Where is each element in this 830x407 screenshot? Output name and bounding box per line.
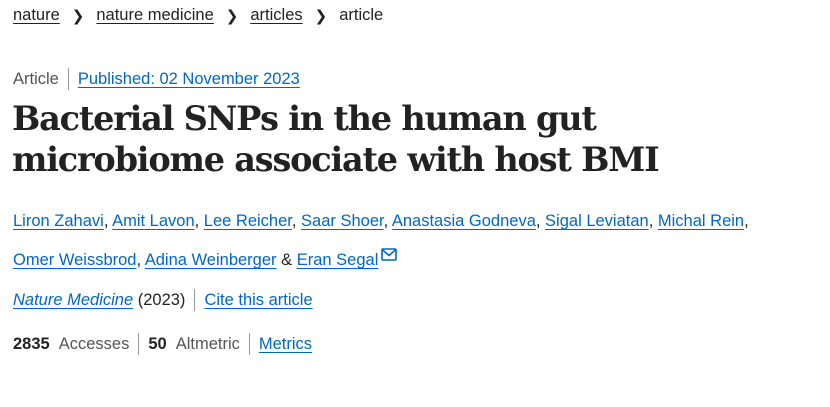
breadcrumb-articles[interactable]: articles — [250, 6, 302, 25]
divider — [138, 333, 140, 355]
author-separator: , — [383, 212, 392, 230]
divider — [67, 68, 69, 90]
author-conjunction: & — [276, 251, 297, 269]
article-type: Article — [13, 69, 59, 88]
author-link[interactable]: Lee Reicher — [204, 212, 292, 230]
author-link[interactable]: Adina Weinberger — [145, 251, 277, 269]
author-link[interactable]: Liron Zahavi — [13, 212, 104, 230]
author-link[interactable]: Eran Segal — [297, 251, 379, 269]
article-title: Bacterial SNPs in the human gut microbio… — [12, 99, 660, 179]
author-link[interactable]: Saar Shoer — [301, 212, 384, 230]
envelope-icon[interactable] — [381, 239, 398, 274]
altmetric-count: 50 — [148, 334, 167, 353]
author-list: Liron Zahavi, Amit Lavon, Lee Reicher, S… — [13, 204, 813, 278]
cite-article-link[interactable]: Cite this article — [204, 291, 312, 310]
author-list-line: Liron Zahavi, Amit Lavon, Lee Reicher, S… — [13, 212, 749, 230]
author-link[interactable]: Anastasia Godneva — [392, 212, 536, 230]
author-separator: , — [103, 212, 113, 230]
metrics-link[interactable]: Metrics — [259, 335, 312, 354]
breadcrumb: nature ❯ nature medicine ❯ articles ❯ ar… — [13, 6, 383, 25]
author-list-line: Omer Weissbrod, Adina Weinberger — [13, 251, 277, 269]
published-date-link[interactable]: Published: 02 November 2023 — [78, 70, 300, 89]
article-metrics: 2835 Accesses 50 Altmetric Metrics — [13, 333, 312, 355]
divider — [194, 289, 196, 311]
author-separator: , — [744, 212, 749, 230]
breadcrumb-current: article — [339, 6, 384, 24]
chevron-right-icon: ❯ — [71, 7, 85, 25]
author-separator: , — [291, 212, 302, 230]
author-link[interactable]: Michal Rein — [658, 212, 744, 230]
author-separator: , — [194, 212, 204, 230]
author-link[interactable]: Sigal Leviatan — [545, 212, 649, 230]
altmetric-label: Altmetric — [175, 334, 240, 353]
accesses-count: 2835 — [13, 334, 50, 353]
chevron-right-icon: ❯ — [225, 7, 239, 25]
accesses-label: Accesses — [58, 334, 130, 353]
journal-info: Nature Medicine (2023) Cite this article — [13, 289, 313, 311]
journal-year: (2023) — [137, 290, 186, 309]
author-link[interactable]: Omer Weissbrod — [13, 251, 136, 269]
author-separator: , — [136, 251, 145, 269]
divider — [248, 333, 250, 355]
breadcrumb-nature[interactable]: nature — [13, 6, 60, 25]
journal-link[interactable]: Nature Medicine — [13, 291, 133, 310]
chevron-right-icon: ❯ — [314, 7, 328, 25]
author-separator: , — [648, 212, 658, 230]
author-link[interactable]: Amit Lavon — [112, 212, 195, 230]
article-meta: Article Published: 02 November 2023 — [13, 68, 300, 90]
breadcrumb-nature-medicine[interactable]: nature medicine — [96, 6, 213, 25]
author-separator: , — [535, 212, 546, 230]
